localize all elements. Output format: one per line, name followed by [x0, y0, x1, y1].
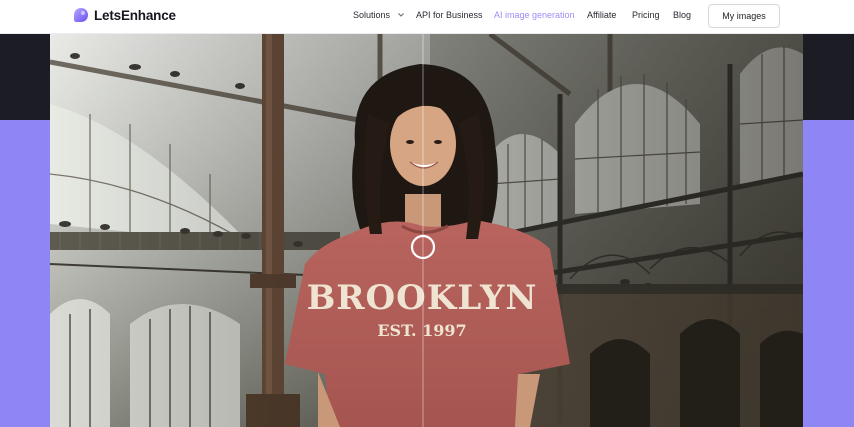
brand-name: LetsEnhance [94, 7, 176, 23]
nav-solutions-label: Solutions [353, 10, 391, 20]
top-navbar: LetsEnhance Solutions API for Business A… [0, 0, 854, 34]
brand-logo[interactable]: LetsEnhance [73, 7, 176, 23]
shirt-text-est: EST. 1997 [377, 321, 466, 340]
nav-pricing[interactable]: Pricing [632, 10, 660, 21]
nav-solutions[interactable]: Solutions [353, 10, 405, 21]
nav-api-for-business[interactable]: API for Business [416, 10, 483, 21]
nav-affiliate[interactable]: Affiliate [587, 10, 616, 21]
nav-ai-image-generation[interactable]: AI image generation [494, 10, 575, 21]
nav-blog[interactable]: Blog [673, 10, 691, 21]
my-images-button[interactable]: My images [708, 4, 780, 28]
hero-photo: BROOKLYN EST. 1997 [50, 34, 803, 427]
before-after-comparison[interactable]: BROOKLYN EST. 1997 [50, 34, 803, 427]
chevron-down-icon [397, 12, 404, 17]
brand-mark-icon [74, 8, 88, 22]
shirt-text-brooklyn: BROOKLYN [307, 278, 538, 318]
